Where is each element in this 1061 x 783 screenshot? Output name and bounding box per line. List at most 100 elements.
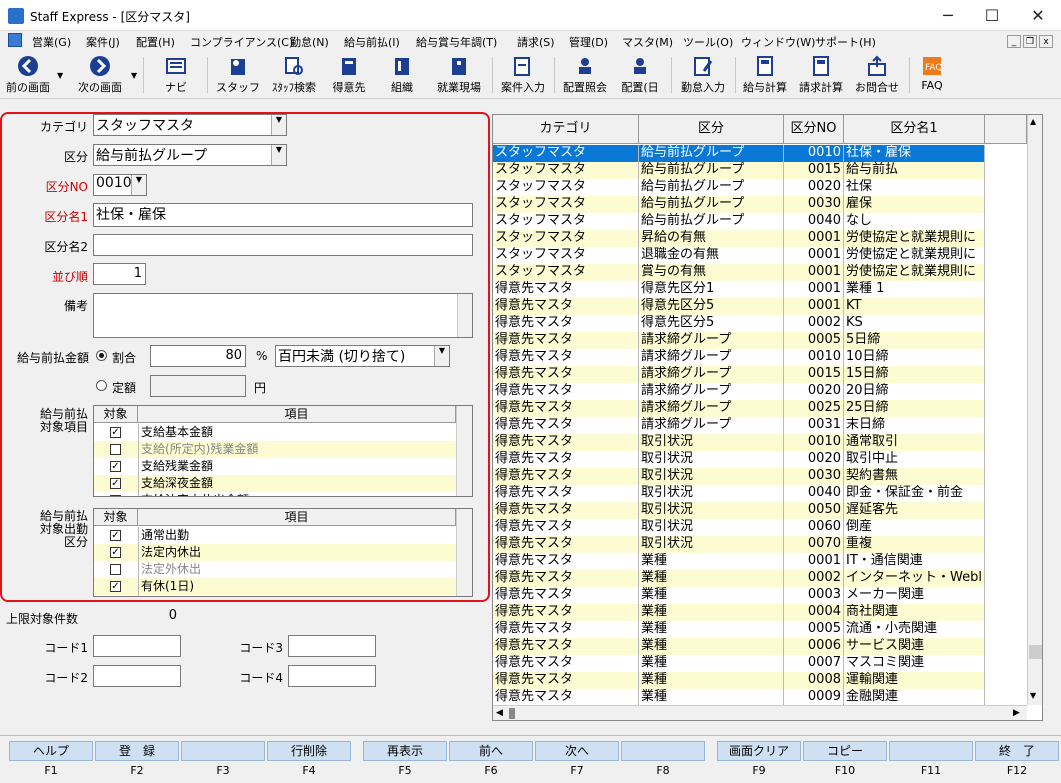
- kubun-select[interactable]: 給与前払グループ ▼: [93, 144, 287, 166]
- table-row[interactable]: 得意先マスタ 業種 0008 運輸関連: [493, 672, 985, 689]
- table-row[interactable]: 得意先マスタ 業種 0002 インターネット・Webl: [493, 570, 985, 587]
- fkey-f3-button[interactable]: [181, 741, 265, 761]
- navi-button[interactable]: ナビ: [152, 53, 200, 97]
- table-row[interactable]: スタッフマスタ 給与前払グループ 0015 給与前払: [493, 162, 985, 179]
- check-row[interactable]: ✓特休(ボランティア): [94, 595, 456, 596]
- check-row[interactable]: ✓ 法定内休出: [94, 544, 456, 561]
- check-row[interactable]: ✓ 有休(1日): [94, 578, 456, 595]
- checked-checkbox[interactable]: ✓: [110, 478, 121, 489]
- table-row[interactable]: 得意先マスタ 取引状況 0040 即金・保証金・前金: [493, 485, 985, 502]
- unchecked-checkbox[interactable]: [110, 564, 121, 575]
- check-row[interactable]: ✓ 支給法定内休出金額: [94, 492, 456, 496]
- placement-day-button[interactable]: 配置(日: [617, 53, 663, 97]
- fixed-input[interactable]: [150, 375, 246, 397]
- case-input-button[interactable]: 案件入力: [497, 53, 549, 97]
- staff-search-button[interactable]: ｽﾀｯﾌ検索: [266, 53, 322, 97]
- table-row[interactable]: スタッフマスタ 給与前払グループ 0040 なし: [493, 213, 985, 230]
- code3-input[interactable]: [288, 635, 376, 657]
- check-row[interactable]: ✓ 通常出勤: [94, 527, 456, 544]
- note-scrollbar[interactable]: [457, 294, 472, 337]
- kubun-name2-input[interactable]: [93, 234, 473, 256]
- kubun-name1-input[interactable]: 社保・雇保: [93, 203, 473, 227]
- col-header-category[interactable]: カテゴリ: [493, 115, 639, 144]
- fkey-f7-button[interactable]: 次へ: [535, 741, 619, 761]
- check-row[interactable]: ✓ 支給深夜金額: [94, 475, 456, 492]
- fkey-f6-button[interactable]: 前へ: [449, 741, 533, 761]
- table-row[interactable]: 得意先マスタ 取引状況 0030 契約書無: [493, 468, 985, 485]
- mdi-restore-button[interactable]: ❐: [1023, 35, 1037, 48]
- attendance-button[interactable]: 勤怠入力: [676, 53, 730, 97]
- payroll-button[interactable]: 給与計算: [740, 53, 790, 97]
- table-row[interactable]: 得意先マスタ 得意先区分5 0001 KT: [493, 298, 985, 315]
- fkey-f1-button[interactable]: ヘルプ: [9, 741, 93, 761]
- table-row[interactable]: 得意先マスタ 請求締グループ 0025 25日締: [493, 400, 985, 417]
- col-header-kubun-no[interactable]: 区分NO: [784, 115, 844, 144]
- back-dropdown-icon[interactable]: ▼: [57, 71, 63, 80]
- ratio-input[interactable]: 80: [150, 345, 246, 367]
- fkey-f8-button[interactable]: [621, 741, 705, 761]
- menu-maebarai[interactable]: 給与前払(I): [344, 34, 400, 50]
- table-row[interactable]: 得意先マスタ 取引状況 0070 重複: [493, 536, 985, 553]
- table-row[interactable]: 得意先マスタ 業種 0009 金融関連: [493, 689, 985, 706]
- menu-seikyu[interactable]: 請求(S): [517, 34, 555, 50]
- customer-button[interactable]: 得意先: [327, 53, 371, 97]
- faq-button[interactable]: FAQ FAQ: [913, 53, 951, 97]
- table-row[interactable]: 得意先マスタ 業種 0001 IT・通信関連: [493, 553, 985, 570]
- ratio-radio[interactable]: [96, 350, 107, 361]
- note-textarea[interactable]: [93, 293, 473, 338]
- fkey-f5-button[interactable]: 再表示: [363, 741, 447, 761]
- menu-master[interactable]: マスタ(M): [622, 34, 673, 50]
- table-row[interactable]: 得意先マスタ 得意先区分1 0001 業種 1: [493, 281, 985, 298]
- menu-tool[interactable]: ツール(O): [683, 34, 733, 50]
- table-row[interactable]: 得意先マスタ 取引状況 0010 通常取引: [493, 434, 985, 451]
- org-button[interactable]: 組織: [380, 53, 424, 97]
- checked-checkbox[interactable]: ✓: [110, 427, 121, 438]
- fkey-f10-button[interactable]: コピー: [803, 741, 887, 761]
- staff-button[interactable]: スタッフ: [214, 53, 262, 97]
- check-row[interactable]: 支給(所定内)残業金額: [94, 441, 456, 458]
- code4-input[interactable]: [288, 665, 376, 687]
- forward-button[interactable]: 次の画面: [70, 53, 130, 97]
- fkey-f9-button[interactable]: 画面クリア: [717, 741, 801, 761]
- worksite-button[interactable]: 就業現場: [432, 53, 486, 97]
- back-button[interactable]: 前の画面: [2, 53, 54, 97]
- kubun-no-select[interactable]: 0010 ▼: [93, 174, 147, 196]
- table-row[interactable]: スタッフマスタ 昇給の有無 0001 労使協定と就業規則に: [493, 230, 985, 247]
- table-row[interactable]: スタッフマスタ 賞与の有無 0001 労使協定と就業規則に: [493, 264, 985, 281]
- table-row[interactable]: スタッフマスタ 退職金の有無 0001 労使協定と就業規則に: [493, 247, 985, 264]
- table-row[interactable]: 得意先マスタ 請求締グループ 0015 15日締: [493, 366, 985, 383]
- mdi-doc-icon[interactable]: [8, 33, 22, 47]
- table-row[interactable]: 得意先マスタ 請求締グループ 0020 20日締: [493, 383, 985, 400]
- checked-checkbox[interactable]: ✓: [110, 581, 121, 592]
- checked-checkbox[interactable]: ✓: [110, 547, 121, 558]
- menu-compliance[interactable]: コンプライアンス(C): [190, 34, 293, 50]
- col-header-kubun[interactable]: 区分: [639, 115, 784, 144]
- menu-kyuyo[interactable]: 給与賞与年調(T): [416, 34, 497, 50]
- table-row[interactable]: 得意先マスタ 取引状況 0020 取引中止: [493, 451, 985, 468]
- menu-window[interactable]: ウィンドウ(W): [741, 34, 815, 50]
- table-row[interactable]: 得意先マスタ 得意先区分5 0002 KS: [493, 315, 985, 332]
- table-vscroll[interactable]: ▲ ▼: [1027, 115, 1042, 705]
- check-row[interactable]: 法定外休出: [94, 561, 456, 578]
- forward-dropdown-icon[interactable]: ▼: [131, 71, 137, 80]
- items-scrollbar[interactable]: [456, 406, 472, 496]
- fkey-f12-button[interactable]: 終 了: [975, 741, 1059, 761]
- table-row[interactable]: 得意先マスタ 業種 0005 流通・小売関連: [493, 621, 985, 638]
- menu-kintai[interactable]: 勤怠(N): [290, 34, 329, 50]
- fixed-radio[interactable]: [96, 380, 107, 391]
- table-row[interactable]: 得意先マスタ 請求締グループ 0031 末日締: [493, 417, 985, 434]
- menu-anken[interactable]: 案件(J): [86, 34, 120, 50]
- check-row[interactable]: ✓ 支給基本金額: [94, 424, 456, 441]
- checked-checkbox[interactable]: ✓: [110, 495, 121, 496]
- table-row[interactable]: 得意先マスタ 取引状況 0050 遅延客先: [493, 502, 985, 519]
- table-row[interactable]: 得意先マスタ 業種 0003 メーカー関連: [493, 587, 985, 604]
- category-select[interactable]: スタッフマスタ ▼: [93, 114, 287, 136]
- code1-input[interactable]: [93, 635, 181, 657]
- table-row[interactable]: 得意先マスタ 請求締グループ 0005 5日締: [493, 332, 985, 349]
- table-row[interactable]: 得意先マスタ 業種 0004 商社関連: [493, 604, 985, 621]
- table-row[interactable]: 得意先マスタ 取引状況 0060 倒産: [493, 519, 985, 536]
- maximize-button[interactable]: ☐: [969, 0, 1015, 31]
- unchecked-checkbox[interactable]: [110, 444, 121, 455]
- close-button[interactable]: ✕: [1015, 0, 1061, 31]
- table-row[interactable]: 得意先マスタ 業種 0007 マスコミ関連: [493, 655, 985, 672]
